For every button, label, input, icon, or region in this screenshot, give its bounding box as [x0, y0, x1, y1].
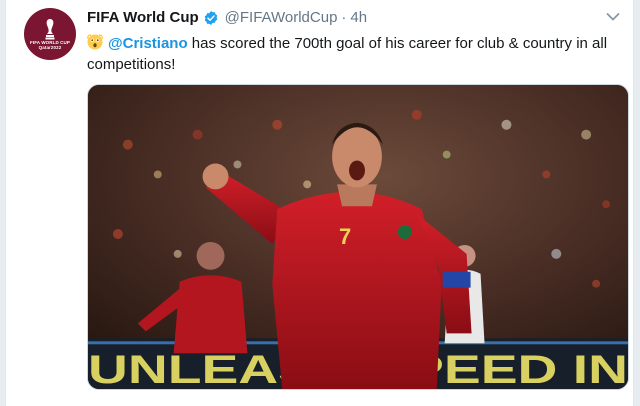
tweet-card[interactable]: FIFA WORLD CUP Qatar2022 FIFA World Cup … [5, 0, 634, 406]
tweet-text: @Cristiano has scored the 700th goal of … [87, 33, 627, 75]
avatar-sublabel: Qatar2022 [38, 45, 62, 50]
user-handle[interactable]: @FIFAWorldCup [225, 9, 338, 26]
mention-link[interactable]: @Cristiano [108, 35, 188, 52]
tweet-header: FIFA World Cup @FIFAWorldCup · 4h [87, 9, 367, 26]
display-name[interactable]: FIFA World Cup [87, 9, 199, 26]
world-cup-trophy-icon [45, 19, 55, 40]
chevron-down-icon[interactable] [606, 12, 620, 22]
verified-badge-icon [204, 10, 217, 25]
separator-dot: · [341, 9, 347, 26]
tweet-photo[interactable]: UNLEASH SPEED IN 7 [87, 84, 629, 390]
jersey-number: 7 [339, 224, 351, 249]
avatar[interactable]: FIFA WORLD CUP Qatar2022 [24, 8, 76, 60]
tweet-timestamp[interactable]: 4h [350, 9, 367, 26]
astonished-face-emoji-icon [87, 34, 103, 50]
photo-celebrating-player: UNLEASH SPEED IN 7 [88, 85, 628, 389]
